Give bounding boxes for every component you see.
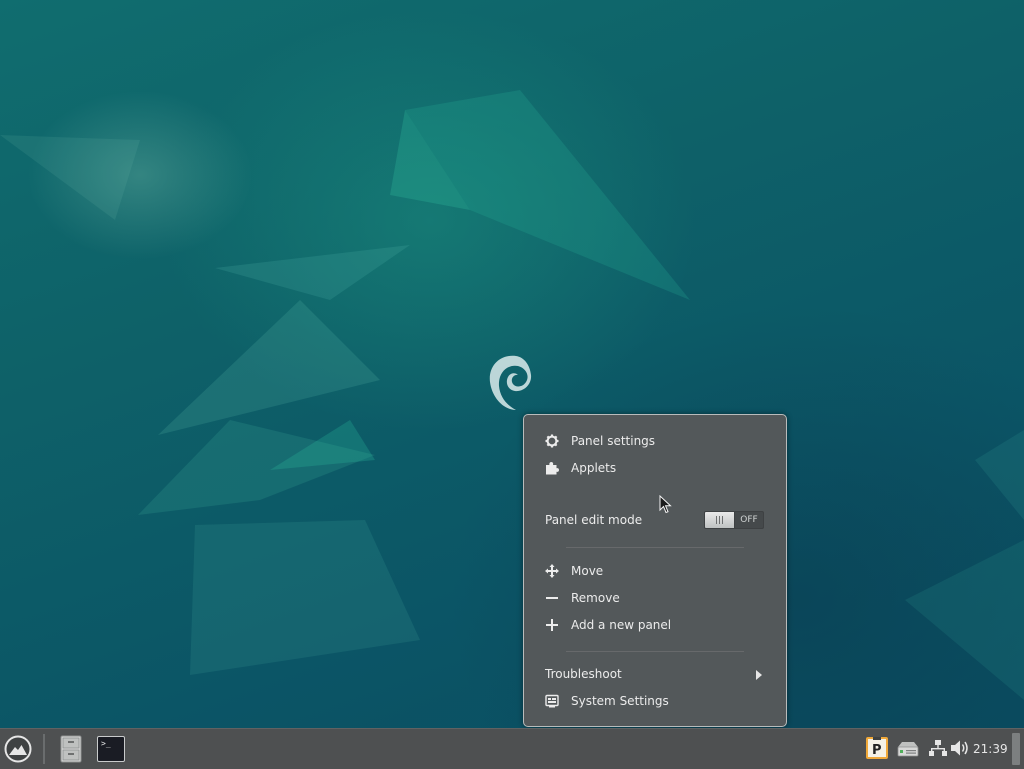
chevron-right-icon — [756, 670, 762, 680]
filing-cabinet-icon[interactable] — [58, 734, 84, 764]
move-icon — [544, 563, 560, 579]
menu-item-label: Troubleshoot — [545, 667, 622, 681]
panel-context-menu: Panel settings Applets Panel edit mode O… — [523, 414, 787, 727]
speaker-volume-icon[interactable] — [950, 739, 970, 757]
menu-item-label: Panel settings — [571, 434, 656, 448]
minus-icon — [544, 590, 560, 606]
p-indicator-icon[interactable]: P — [866, 737, 888, 759]
panel-edit-mode-toggle[interactable]: OFF — [704, 511, 764, 529]
puzzle-icon — [544, 460, 560, 476]
menu-item-system-settings[interactable]: System Settings — [524, 689, 786, 713]
toggle-knob — [705, 512, 735, 528]
p-indicator-glyph: P — [872, 743, 882, 758]
menu-item-troubleshoot[interactable]: Troubleshoot — [524, 662, 786, 686]
menu-item-panel-settings[interactable]: Panel settings — [524, 429, 786, 453]
mouse-cursor-icon — [659, 495, 672, 514]
taskbar-clock[interactable]: 21:39 — [973, 741, 1008, 757]
menu-item-add-new-panel[interactable]: Add a new panel — [524, 613, 786, 637]
menu-separator — [566, 651, 744, 652]
debian-swirl-logo — [489, 355, 532, 410]
desktop-background — [0, 0, 1024, 728]
panel-edit-mode-label: Panel edit mode — [545, 513, 643, 527]
mountain-menu-icon[interactable] — [3, 734, 33, 764]
menu-item-label: Remove — [571, 591, 620, 605]
menu-item-move[interactable]: Move — [524, 559, 786, 583]
menu-item-label: Applets — [571, 461, 617, 475]
menu-item-label: System Settings — [571, 694, 669, 708]
terminal-glyph: >_ — [101, 739, 111, 748]
removable-drive-icon[interactable] — [896, 739, 920, 759]
system-settings-icon — [544, 693, 560, 709]
menu-item-label: Move — [571, 564, 604, 578]
menu-item-applets[interactable]: Applets — [524, 456, 786, 480]
gear-icon — [544, 433, 560, 449]
menu-item-remove[interactable]: Remove — [524, 586, 786, 610]
taskbar-divider — [43, 734, 45, 764]
terminal-icon[interactable]: >_ — [96, 735, 126, 763]
network-icon[interactable] — [929, 739, 947, 757]
menu-item-label: Add a new panel — [571, 618, 672, 632]
menu-separator — [566, 547, 744, 548]
plus-icon — [544, 617, 560, 633]
toggle-state-label: OFF — [740, 515, 758, 525]
taskbar: >_ P 21:39 — [0, 728, 1024, 769]
show-desktop-button[interactable] — [1012, 733, 1020, 765]
